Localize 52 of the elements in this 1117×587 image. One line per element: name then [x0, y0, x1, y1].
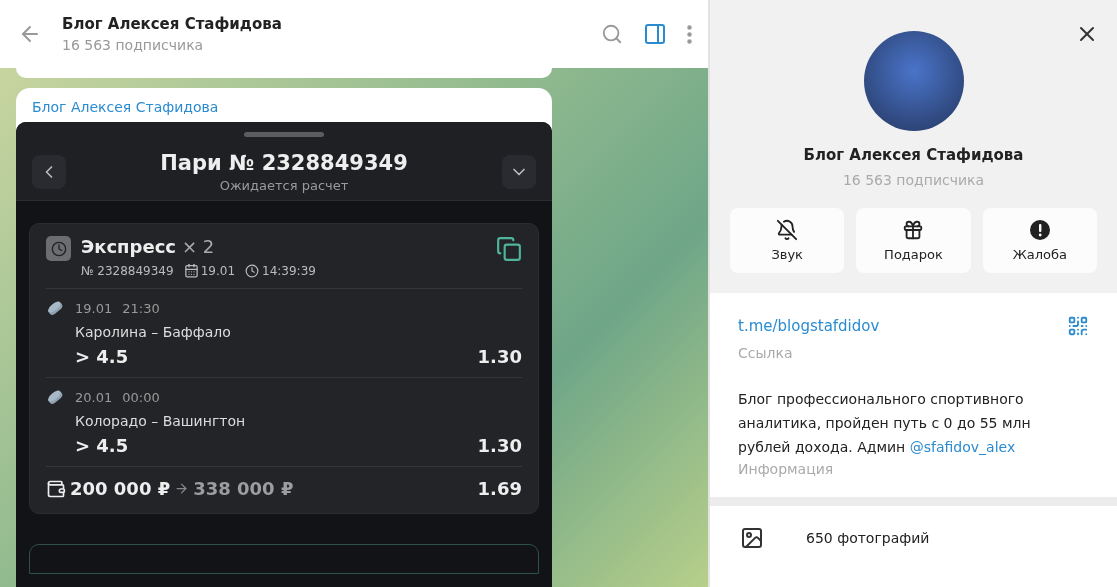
bet-number: № 2328849349	[81, 263, 174, 278]
channel-description: Блог профессионального спортивного аналитика, пройден путь с 0 до 55 млн рублей дохода. Админ @sfafidov_alex	[738, 390, 1032, 457]
clock-icon	[245, 263, 259, 278]
bet-status: Ожидается расчет	[219, 178, 349, 193]
action-button[interactable]: Жалоба	[982, 208, 1097, 273]
payout-amount: 338 000 ₽	[193, 478, 295, 499]
sidebar-toggle-button[interactable]	[643, 22, 667, 46]
channel-name: Блог Алексея Стафидова	[803, 146, 1024, 164]
bet-type: Экспресс	[81, 236, 176, 257]
calendar-icon	[183, 263, 199, 278]
event-match: Колорадо – Вашингтон	[74, 413, 247, 429]
copy-icon	[496, 236, 522, 262]
event-outcome: > 4.5	[75, 346, 129, 367]
sender-name[interactable]: Блог Алексея Стафидова	[16, 88, 552, 122]
search-button[interactable]	[601, 23, 623, 45]
collapse-button[interactable]	[502, 155, 536, 189]
bet-time: 14:39:39	[262, 263, 316, 278]
bet-title: Пари № 2328849349	[160, 151, 408, 175]
bet-multiplier: × 2	[181, 236, 215, 257]
event-match: Каролина – Баффало	[74, 324, 232, 340]
event-date: 20.01	[75, 390, 113, 405]
media-item[interactable]: 650 фотографий	[806, 530, 930, 546]
side-panel-icon	[643, 22, 667, 46]
event-time: 21:30	[122, 301, 160, 316]
exclamation-icon	[1028, 219, 1051, 241]
action-button[interactable]: Подарок	[856, 208, 971, 273]
subscriber-count: 16 563 подписчика	[842, 172, 985, 188]
subscriber-count: 16 563 подписчика	[62, 37, 205, 53]
back-button[interactable]	[32, 155, 66, 189]
event-time: 00:00	[122, 390, 160, 405]
channel-link[interactable]: t.me/blogstafdidov	[738, 317, 880, 335]
image-icon	[740, 526, 764, 550]
event-odds: 1.30	[477, 346, 522, 367]
qr-code-icon[interactable]	[1067, 315, 1089, 337]
event-outcome: > 4.5	[75, 435, 129, 456]
mention-link[interactable]: @sfafidov_alex	[909, 439, 1016, 455]
event-odds: 1.30	[477, 435, 522, 456]
link-caption: Ссылка	[738, 345, 794, 361]
event-date: 19.01	[75, 301, 113, 316]
total-odds: 1.69	[477, 478, 522, 499]
info-caption: Информация	[738, 461, 835, 477]
stake-amount: 200 000 ₽	[70, 478, 171, 499]
menu-button[interactable]	[687, 24, 692, 44]
bell-off-icon	[776, 219, 799, 241]
search-icon	[601, 23, 623, 45]
action-button[interactable]: Звук	[730, 208, 845, 273]
menu-icon	[687, 24, 692, 44]
bet-date: 19.01	[200, 263, 235, 278]
gift-icon	[902, 219, 925, 241]
arrow-right-icon	[174, 481, 190, 496]
chat-title: Блог Алексея Стафидова	[62, 15, 283, 33]
wallet-icon	[46, 478, 66, 499]
